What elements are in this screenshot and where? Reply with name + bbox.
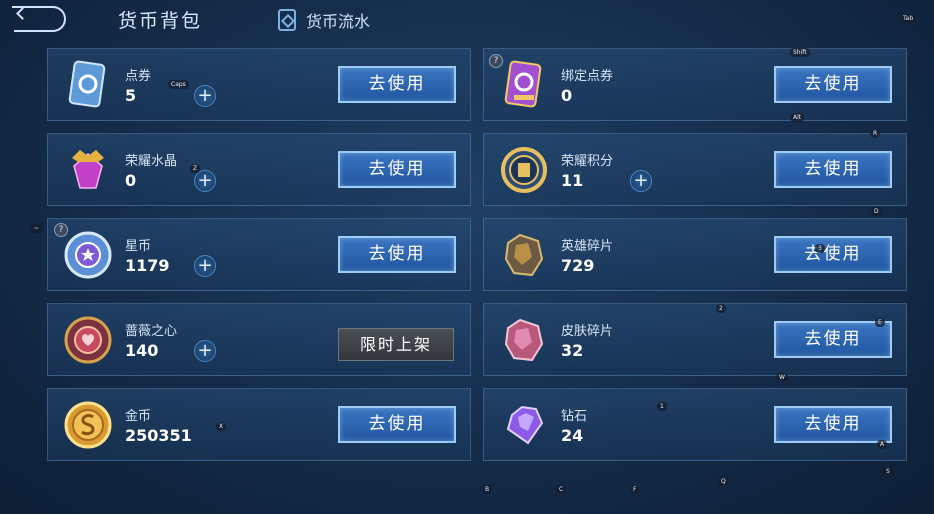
currency-card-skin-fragment: 皮肤碎片 32 去使用: [483, 303, 907, 376]
key-hint: 1: [657, 402, 667, 411]
key-hint: Caps: [168, 80, 189, 89]
use-star-coin-button[interactable]: 去使用: [338, 236, 456, 273]
use-hero-fragment-button[interactable]: 去使用: [774, 236, 892, 273]
currency-value: 729: [561, 256, 595, 275]
limited-time-button[interactable]: 限时上架: [338, 328, 454, 361]
currency-name: 荣耀水晶: [125, 154, 178, 169]
key-hint: ~: [31, 224, 43, 233]
currency-card-ticket: 点券 5 + 去使用: [47, 48, 471, 121]
help-icon[interactable]: ?: [489, 54, 503, 68]
use-glory-crystal-button[interactable]: 去使用: [338, 151, 456, 188]
key-hint: W: [776, 373, 788, 382]
key-hint: E: [875, 318, 885, 327]
currency-value: 32: [561, 341, 584, 360]
key-hint: B: [482, 485, 493, 494]
currency-card-diamond: 钻石 24 去使用: [483, 388, 907, 461]
currency-value: 0: [561, 86, 573, 105]
currency-name: 蔷薇之心: [125, 324, 178, 339]
currency-name: 金币: [125, 409, 152, 424]
use-bound-ticket-button[interactable]: 去使用: [774, 66, 892, 103]
key-hint: R: [870, 129, 881, 138]
bound-ticket-icon: [504, 60, 542, 108]
help-icon[interactable]: ?: [54, 223, 68, 237]
add-star-coin-button[interactable]: +: [194, 255, 216, 277]
gold-coin-icon: [64, 401, 112, 449]
currency-value: 0: [125, 171, 137, 190]
key-hint: Tab: [900, 14, 917, 23]
currency-name: 点券: [125, 69, 152, 84]
currency-card-hero-fragment: 英雄碎片 729 去使用: [483, 218, 907, 291]
currency-card-star-coin: 星币 1179 + 去使用: [47, 218, 471, 291]
flow-icon: [278, 9, 296, 31]
star-coin-icon: [64, 231, 112, 279]
key-hint: X: [216, 422, 227, 431]
use-diamond-button[interactable]: 去使用: [774, 406, 892, 443]
key-hint: Shift: [790, 48, 810, 57]
key-hint: D: [871, 207, 882, 216]
tab-currency-flow-label: 货币流水: [306, 12, 371, 31]
key-hint: Alt: [790, 113, 805, 122]
page-title: 货币背包: [118, 10, 203, 32]
skin-fragment-icon: [504, 318, 544, 362]
diamond-icon: [506, 405, 544, 445]
key-hint: S: [883, 467, 893, 476]
currency-name: 皮肤碎片: [561, 324, 614, 339]
use-glory-points-button[interactable]: 去使用: [774, 151, 892, 188]
currency-name: 荣耀积分: [561, 154, 614, 169]
add-rose-heart-button[interactable]: +: [194, 340, 216, 362]
key-hint: A: [877, 440, 888, 449]
currency-name: 星币: [125, 239, 152, 254]
currency-value: 140: [125, 341, 159, 360]
use-ticket-button[interactable]: 去使用: [338, 66, 456, 103]
use-gold-coin-button[interactable]: 去使用: [338, 406, 456, 443]
tab-currency-flow[interactable]: 货币流水: [278, 8, 370, 32]
key-hint: Z: [190, 164, 201, 173]
glory-points-icon: [501, 147, 547, 193]
use-skin-fragment-button[interactable]: 去使用: [774, 321, 892, 358]
currency-card-gold-coin: 金币 250351 去使用: [47, 388, 471, 461]
currency-name: 英雄碎片: [561, 239, 614, 254]
currency-card-glory-points: 荣耀积分 11 + 去使用: [483, 133, 907, 206]
currency-card-glory-crystal: 荣耀水晶 0 + 去使用: [47, 133, 471, 206]
key-hint: F: [630, 485, 640, 494]
key-hint: 3: [815, 244, 825, 253]
add-ticket-button[interactable]: +: [194, 85, 216, 107]
rose-heart-icon: [64, 316, 112, 364]
currency-card-bound-ticket: 绑定点券 0 去使用: [483, 48, 907, 121]
currency-value: 24: [561, 426, 584, 445]
key-hint: 2: [716, 304, 726, 313]
currency-value: 250351: [125, 426, 192, 445]
currency-card-rose-heart: 蔷薇之心 140 + 限时上架: [47, 303, 471, 376]
currency-name: 钻石: [561, 409, 588, 424]
currency-value: 1179: [125, 256, 170, 275]
currency-value: 5: [125, 86, 137, 105]
add-glory-crystal-button[interactable]: +: [194, 170, 216, 192]
back-arrow-icon[interactable]: [12, 6, 66, 32]
glory-crystal-icon: [72, 150, 104, 189]
key-hint: C: [556, 485, 567, 494]
hero-fragment-icon: [504, 233, 544, 277]
ticket-icon: [68, 60, 106, 108]
top-bar: 货币背包 货币流水: [0, 0, 934, 40]
add-glory-points-button[interactable]: +: [630, 170, 652, 192]
key-hint: Q: [718, 477, 729, 486]
currency-name: 绑定点券: [561, 69, 614, 84]
currency-value: 11: [561, 171, 584, 190]
